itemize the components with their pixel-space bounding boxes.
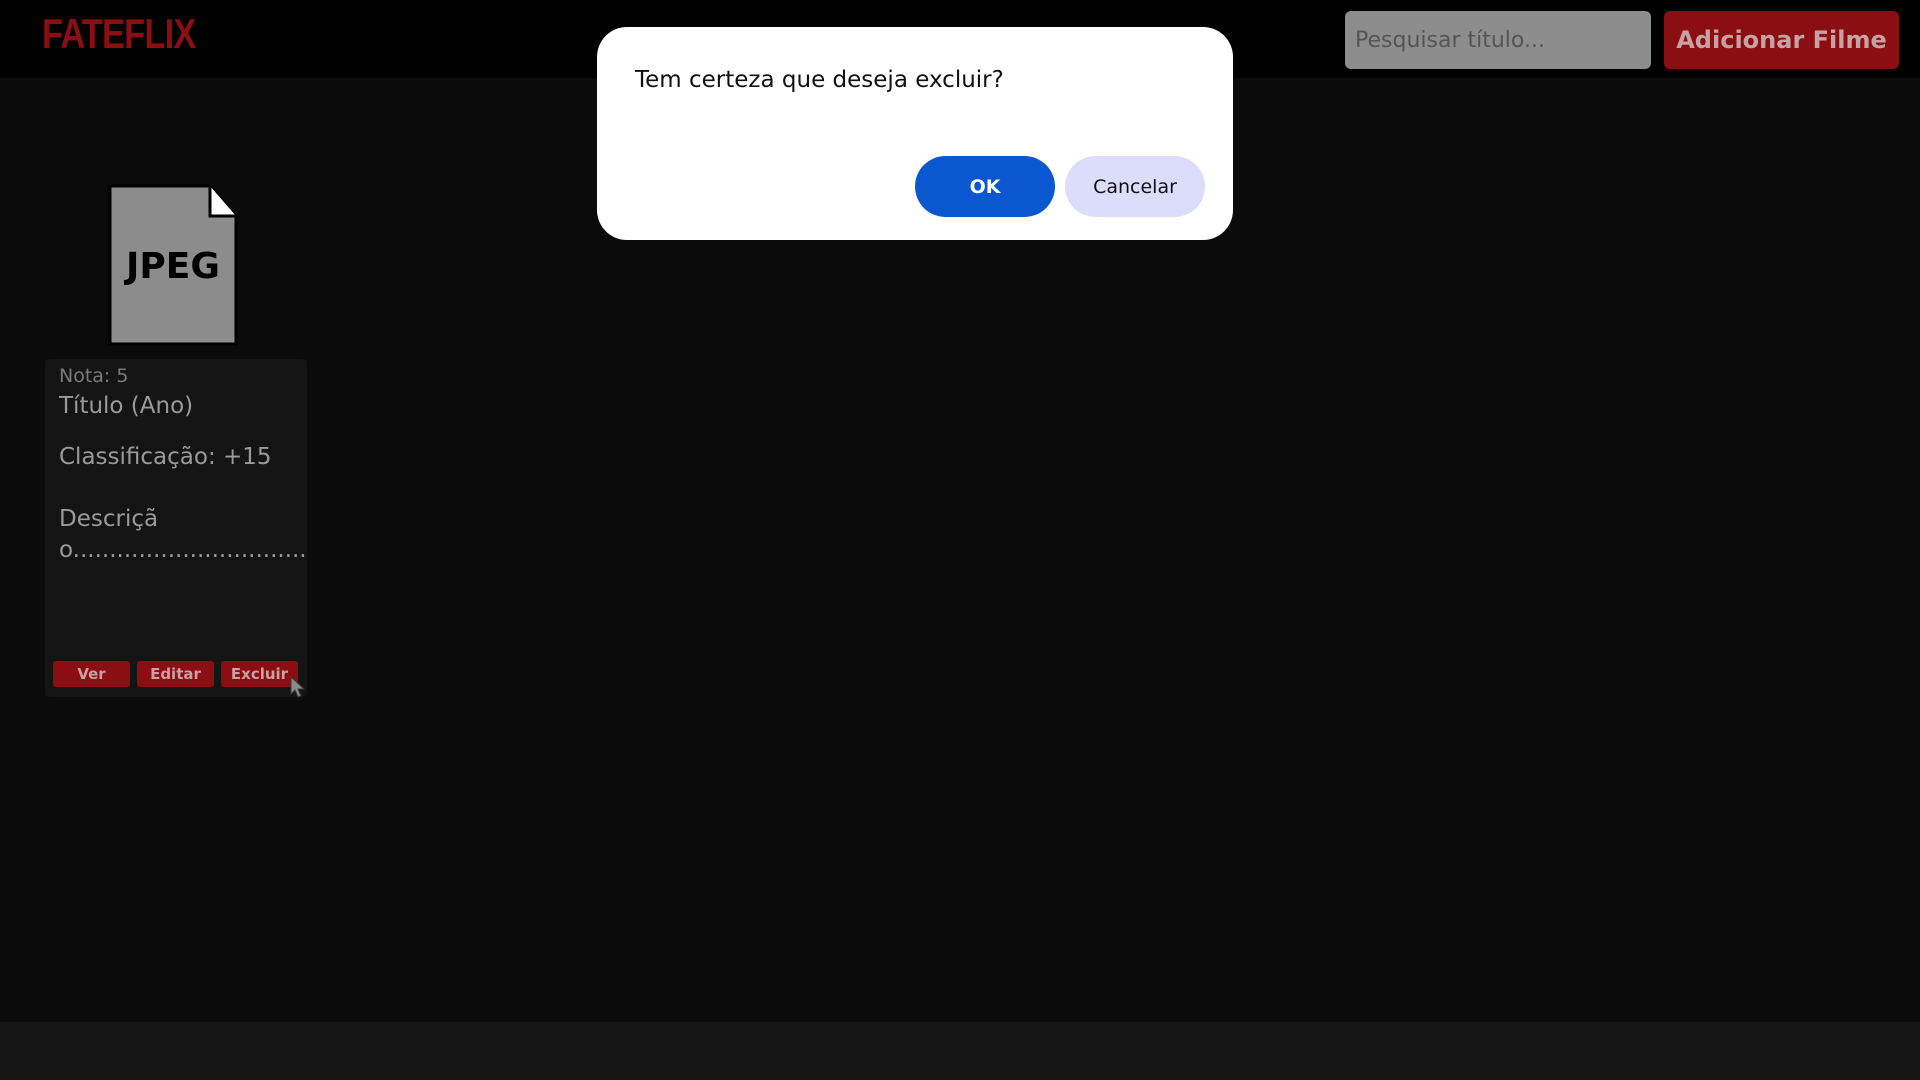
cancel-button[interactable]: Cancelar bbox=[1065, 156, 1205, 217]
ok-button[interactable]: OK bbox=[915, 156, 1055, 217]
logo[interactable]: FATEFLIX bbox=[42, 8, 196, 60]
movie-title: Título (Ano) bbox=[59, 393, 194, 419]
poster-label: JPEG bbox=[126, 246, 220, 287]
mouse-pointer-icon bbox=[290, 676, 306, 698]
view-button[interactable]: Ver bbox=[53, 661, 130, 687]
footer bbox=[0, 1022, 1920, 1080]
confirm-dialog: Tem certeza que deseja excluir? OK Cance… bbox=[597, 27, 1233, 240]
dialog-message: Tem certeza que deseja excluir? bbox=[635, 67, 1004, 93]
page: FATEFLIX Adicionar Filme JPEG Nota: 5 Tí… bbox=[0, 0, 1920, 1080]
search-input[interactable] bbox=[1345, 11, 1651, 69]
movie-rating: Nota: 5 bbox=[59, 365, 129, 387]
delete-button[interactable]: Excluir bbox=[221, 661, 298, 687]
movie-age-rating: Classificação: +15 bbox=[59, 444, 272, 470]
movie-description: Descrição...............................… bbox=[59, 506, 307, 563]
edit-button[interactable]: Editar bbox=[137, 661, 214, 687]
jpeg-file-icon: JPEG bbox=[108, 184, 238, 346]
movie-card: Nota: 5 Título (Ano) Classificação: +15 … bbox=[45, 359, 307, 697]
add-movie-button[interactable]: Adicionar Filme bbox=[1664, 11, 1899, 69]
